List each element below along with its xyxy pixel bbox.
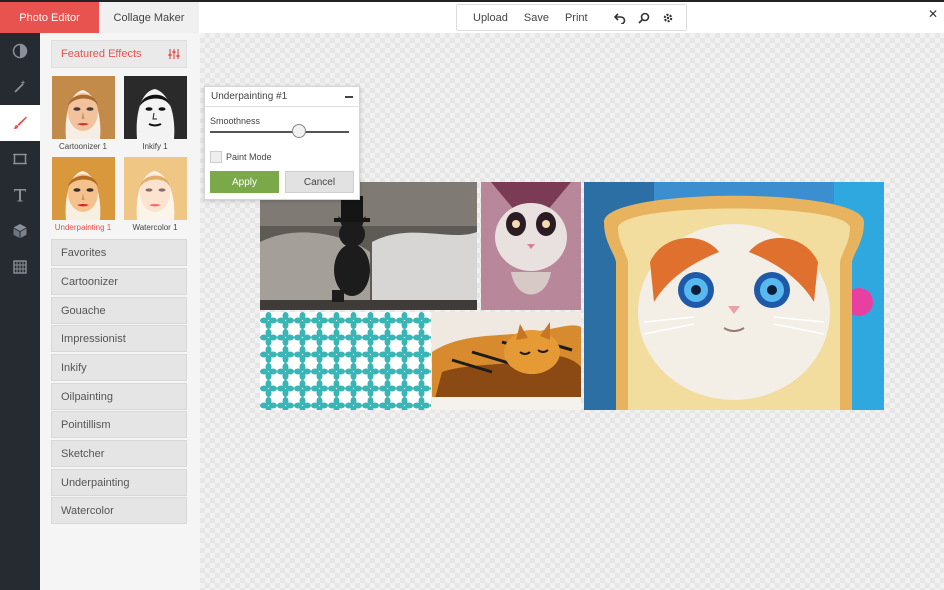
rail-crop[interactable] — [0, 141, 40, 177]
featured-effects-header[interactable]: Featured Effects — [51, 40, 187, 68]
thumbnail-label: Underpainting 1 — [54, 223, 112, 232]
effect-settings-dialog: Underpainting #1 Smoothness Paint Mode A… — [204, 86, 360, 200]
top-bar: Photo Editor Collage Maker Upload Save P… — [0, 0, 944, 39]
upload-button[interactable]: Upload — [465, 12, 516, 24]
close-icon[interactable]: ✕ — [928, 8, 940, 20]
texture-icon — [13, 260, 27, 274]
tool-rail — [0, 33, 40, 590]
collage-photo-bread-cat[interactable] — [584, 182, 884, 410]
crop-icon — [13, 153, 27, 165]
bread-cat-image — [584, 182, 884, 410]
thumbnail-label: Cartoonizer 1 — [58, 142, 108, 151]
rail-magic[interactable] — [0, 69, 40, 105]
smoothness-label: Smoothness — [210, 116, 261, 126]
rail-text[interactable] — [0, 177, 40, 213]
thumbnail-watercolor-1[interactable] — [124, 157, 187, 220]
cube-icon — [13, 224, 27, 238]
category-favorites[interactable]: Favorites — [51, 239, 187, 266]
rail-texture[interactable] — [0, 249, 40, 285]
cancel-button-label: Cancel — [303, 176, 336, 188]
tab-collage-maker[interactable]: Collage Maker — [99, 2, 199, 33]
category-label: Inkify — [61, 361, 87, 374]
rail-cube[interactable] — [0, 213, 40, 249]
category-label: Watercolor — [61, 504, 114, 517]
dialog-title: Underpainting #1 — [211, 91, 288, 102]
category-cartoonizer[interactable]: Cartoonizer — [51, 268, 187, 295]
tab-photo-editor-label: Photo Editor — [19, 11, 80, 24]
sleeping-cat-image — [432, 312, 581, 410]
paint-mode-label: Paint Mode — [226, 152, 272, 162]
category-label: Favorites — [61, 246, 107, 259]
thumbnail-underpainting-1[interactable] — [52, 157, 115, 220]
tab-photo-editor[interactable]: Photo Editor — [0, 2, 99, 39]
rail-exposure[interactable] — [0, 33, 40, 69]
category-label: Gouache — [61, 304, 106, 317]
category-label: Pointillism — [61, 418, 111, 431]
thumbnail-inkify-1[interactable] — [124, 76, 187, 139]
collage-photo-black-cat[interactable] — [260, 182, 477, 310]
paint-mode-checkbox[interactable] — [210, 151, 222, 163]
sliders-icon[interactable] — [168, 48, 180, 63]
portrait-image — [52, 157, 115, 220]
dialog-header: Underpainting #1 — [205, 87, 359, 107]
category-underpainting[interactable]: Underpainting — [51, 469, 187, 496]
portrait-image — [124, 157, 187, 220]
rail-brush[interactable] — [0, 105, 40, 141]
collage-photo-pattern[interactable] — [260, 312, 431, 410]
apply-button-label: Apply — [231, 176, 257, 188]
collage-photo-sleeping-cat[interactable] — [432, 312, 581, 410]
smoothness-slider-handle[interactable] — [291, 124, 306, 138]
category-label: Sketcher — [61, 447, 105, 460]
category-label: Impressionist — [61, 332, 126, 345]
portrait-image — [124, 76, 187, 139]
category-label: Oilpainting — [61, 390, 113, 403]
category-label: Cartoonizer — [61, 275, 118, 288]
main-toolbar: Upload Save Print — [456, 4, 687, 31]
category-sketcher[interactable]: Sketcher — [51, 440, 187, 467]
thumbnail-label: Watercolor 1 — [132, 223, 178, 232]
save-button[interactable]: Save — [516, 12, 557, 24]
teal-pattern-image — [260, 312, 431, 410]
print-button[interactable]: Print — [557, 12, 596, 24]
cancel-button[interactable]: Cancel — [285, 171, 354, 193]
kitten-image — [481, 182, 581, 310]
minimize-icon[interactable] — [345, 96, 353, 98]
smoothness-slider-track[interactable] — [210, 131, 349, 133]
category-impressionist[interactable]: Impressionist — [51, 325, 187, 352]
category-inkify[interactable]: Inkify — [51, 354, 187, 381]
black-cat-image — [260, 182, 477, 310]
category-pointillism[interactable]: Pointillism — [51, 411, 187, 438]
category-label: Underpainting — [61, 476, 130, 489]
text-icon — [14, 189, 26, 202]
brush-icon — [14, 116, 27, 129]
tab-collage-maker-label: Collage Maker — [113, 11, 185, 24]
featured-effects-title: Featured Effects — [61, 48, 142, 60]
exposure-icon — [12, 43, 28, 59]
thumbnail-cartoonizer-1[interactable] — [52, 76, 115, 139]
category-oilpainting[interactable]: Oilpainting — [51, 383, 187, 410]
apply-button[interactable]: Apply — [210, 171, 279, 193]
collage-photo-kitten[interactable] — [481, 182, 581, 310]
category-watercolor[interactable]: Watercolor — [51, 497, 187, 524]
effects-panel: Featured Effects Cartoonizer 1 Inkify 1 … — [40, 33, 200, 590]
gear-icon[interactable] — [656, 6, 680, 30]
search-icon[interactable] — [632, 6, 656, 30]
magic-wand-icon — [14, 80, 26, 93]
portrait-image — [52, 76, 115, 139]
undo-icon[interactable] — [608, 6, 632, 30]
category-gouache[interactable]: Gouache — [51, 297, 187, 324]
thumbnail-label: Inkify 1 — [142, 142, 168, 151]
